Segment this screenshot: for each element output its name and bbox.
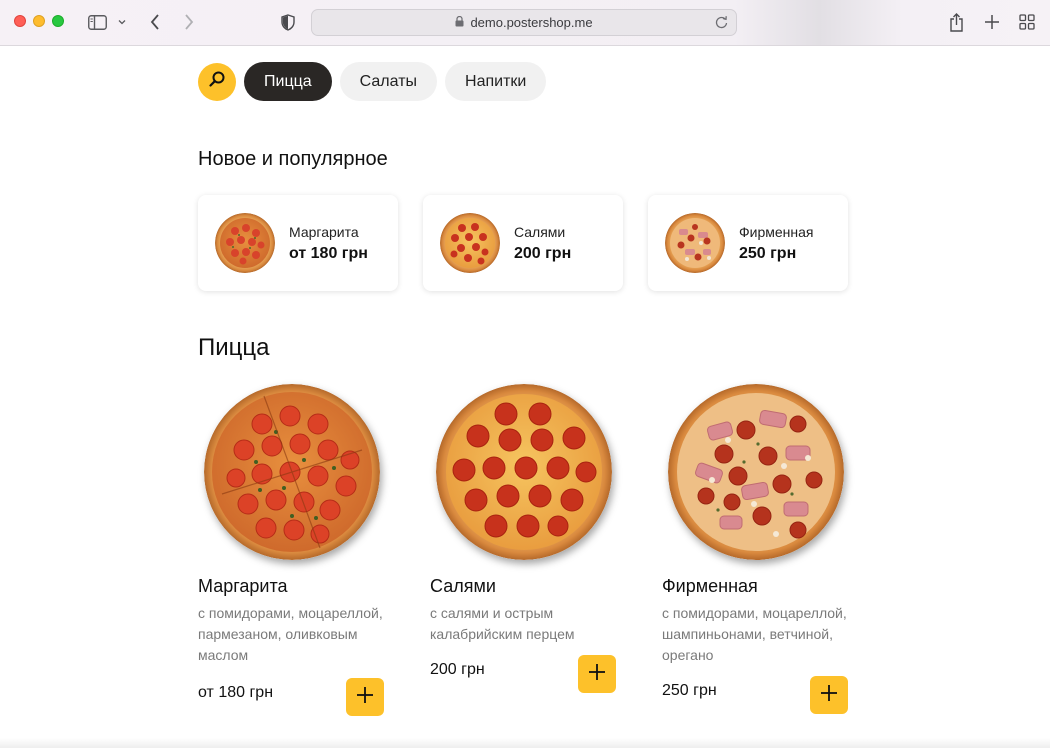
signature-thumbnail xyxy=(665,213,725,273)
product-card-signature: Фирменная с помидорами, моцареллой, шамп… xyxy=(662,378,850,714)
plus-icon[interactable] xyxy=(983,13,1000,30)
close-window-button[interactable] xyxy=(14,15,26,27)
sidebar-icon[interactable] xyxy=(87,13,107,31)
browser-toolbar: demo.postershop.me xyxy=(0,0,1050,46)
zoom-window-button[interactable] xyxy=(52,15,64,27)
product-price: 200 грн xyxy=(430,661,485,678)
popular-item-name: Фирменная xyxy=(739,223,814,240)
chevron-down-icon[interactable] xyxy=(116,16,128,28)
pizza-section-title: Пицца xyxy=(198,334,270,361)
reload-icon[interactable] xyxy=(715,15,728,32)
product-price: 250 грн xyxy=(662,682,717,699)
minimize-window-button[interactable] xyxy=(33,15,45,27)
category-nav: Пицца Салаты Напитки xyxy=(198,62,547,101)
popular-section-title: Новое и популярное xyxy=(198,148,388,170)
salami-image[interactable] xyxy=(436,384,612,560)
salami-thumbnail xyxy=(440,213,500,273)
popular-card-signature[interactable]: Фирменная 250 грн xyxy=(648,195,848,291)
product-name: Маргарита xyxy=(198,576,288,596)
lock-icon xyxy=(455,15,464,30)
popular-item-price: 250 грн xyxy=(739,244,797,262)
popular-item-name: Салями xyxy=(514,223,566,240)
product-description: с помидорами, моцареллой, пармезаном, ол… xyxy=(198,605,383,663)
popular-card-margherita[interactable]: Маргарита от 180 грн xyxy=(198,195,398,291)
popular-item-price: 200 грн xyxy=(514,244,572,262)
back-icon[interactable] xyxy=(146,12,164,32)
search-icon xyxy=(209,71,225,92)
product-name: Салями xyxy=(430,576,496,596)
add-to-cart-button[interactable] xyxy=(810,676,848,714)
product-card-margherita: Маргарита с помидорами, моцареллой, парм… xyxy=(198,378,386,716)
product-price: от 180 грн xyxy=(198,684,274,701)
forward-icon[interactable] xyxy=(180,12,198,32)
add-to-cart-button[interactable] xyxy=(346,678,384,716)
product-description: с помидорами, моцареллой, шампиньонами, … xyxy=(662,605,847,663)
margherita-image[interactable] xyxy=(204,384,380,560)
bottom-edge xyxy=(0,738,1050,748)
category-tab-salads[interactable]: Салаты xyxy=(339,62,438,101)
plus-icon xyxy=(820,684,838,707)
product-name: Фирменная xyxy=(662,576,758,596)
add-to-cart-button[interactable] xyxy=(578,655,616,693)
plus-icon xyxy=(588,663,606,686)
popular-item-price: от 180 грн xyxy=(289,244,368,262)
search-button[interactable] xyxy=(198,62,236,101)
shield-icon[interactable] xyxy=(279,12,297,32)
popular-card-salami[interactable]: Салями 200 грн xyxy=(423,195,623,291)
product-description: с салями и острым калабрийским перцем xyxy=(430,605,575,642)
plus-icon xyxy=(356,686,374,709)
share-icon[interactable] xyxy=(947,11,965,33)
tabs-grid-icon[interactable] xyxy=(1018,13,1035,30)
category-tab-pizza[interactable]: Пицца xyxy=(244,62,332,101)
category-tab-drinks[interactable]: Напитки xyxy=(445,62,547,101)
margherita-thumbnail xyxy=(215,213,275,273)
url-text: demo.postershop.me xyxy=(470,15,593,30)
address-bar[interactable]: demo.postershop.me xyxy=(311,9,737,36)
popular-item-name: Маргарита xyxy=(289,223,359,240)
product-card-salami: Салями с салями и острым калабрийским пе… xyxy=(430,378,618,693)
signature-image[interactable] xyxy=(668,384,844,560)
